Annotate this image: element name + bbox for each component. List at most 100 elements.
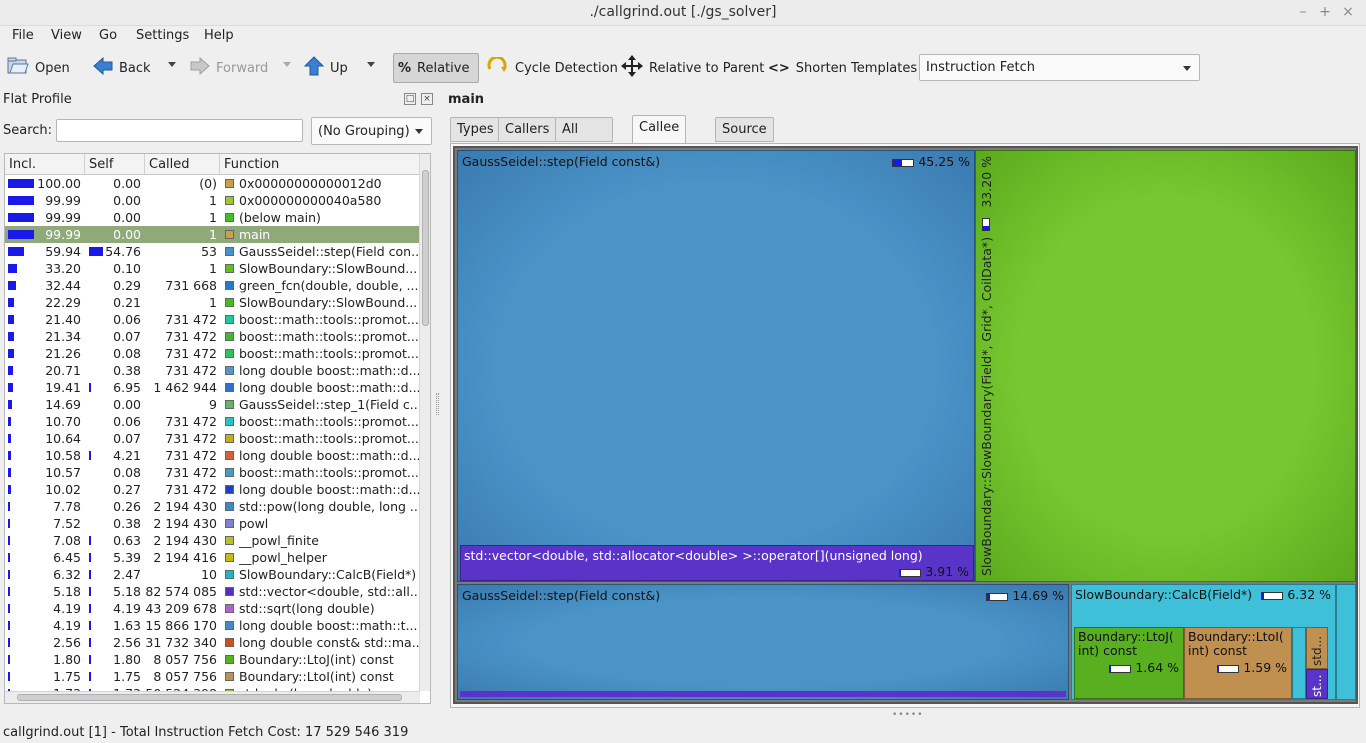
table-row[interactable]: 99.99 0.00 1 main: [5, 226, 420, 243]
grouping-select[interactable]: (No Grouping): [311, 117, 432, 145]
maximize-icon[interactable]: +: [1316, 3, 1334, 21]
table-row[interactable]: 32.44 0.29 731 668 green_fcn(double, double…: [5, 277, 420, 294]
table-row[interactable]: 10.02 0.27 731 472 long double boost::math:…: [5, 481, 420, 498]
tile-label: Boundary::LtoJ( int) const: [1078, 629, 1174, 658]
table-row[interactable]: 1.75 1.75 8 057 756 Boundary::LtoI(int) con…: [5, 668, 420, 685]
relative-button[interactable]: % Relative: [393, 53, 479, 83]
function-color-swatch: [225, 587, 234, 596]
function-color-swatch: [225, 332, 234, 341]
table-row[interactable]: 2.56 2.56 31 732 340 long double const& std…: [5, 634, 420, 651]
table-row[interactable]: 10.64 0.07 731 472 boost::math::tools::prom…: [5, 430, 420, 447]
table-row[interactable]: 6.32 2.47 10 SlowBoundary::CalcB(Field*): [5, 566, 420, 583]
grouping-value: (No Grouping): [318, 123, 410, 139]
incl-bar: [8, 502, 10, 511]
close-icon[interactable]: ×: [1339, 3, 1357, 21]
table-row[interactable]: 7.08 0.63 2 194 430 __powl_finite: [5, 532, 420, 549]
vertical-scrollbar[interactable]: [419, 154, 430, 691]
back-button[interactable]: Back: [89, 53, 155, 83]
cycle-detection-button[interactable]: Cycle Detection: [483, 53, 622, 83]
table-row[interactable]: 4.19 1.63 15 866 170 long double boost::mat…: [5, 617, 420, 634]
menu-view[interactable]: View: [51, 28, 82, 43]
map-tile-calcb[interactable]: SlowBoundary::CalcB(Field*) 6.32 % Bound…: [1071, 584, 1336, 700]
open-button[interactable]: Open: [3, 53, 74, 83]
incl-value: 1.75: [53, 669, 81, 684]
back-dropdown-icon[interactable]: [168, 62, 176, 67]
tab-all-callers[interactable]: All Callers: [555, 117, 614, 160]
dock-splitter[interactable]: [436, 393, 439, 415]
function-name: 0x000000000040a580: [239, 193, 382, 208]
called-value: 8 057 756: [153, 652, 217, 667]
table-row[interactable]: 100.00 0.00 (0) 0x00000000000012d0: [5, 175, 420, 192]
table-row[interactable]: 5.18 5.18 82 574 085 std::vector<double, st…: [5, 583, 420, 600]
self-value: 54.76: [105, 244, 141, 259]
incl-bar: [8, 230, 34, 239]
map-tile-vector-operator[interactable]: std::vector<double, std::allocator<doubl…: [460, 545, 974, 581]
map-tile-std-2[interactable]: st...: [1306, 669, 1328, 699]
table-row[interactable]: 22.29 0.21 1 SlowBoundary::SlowBound...: [5, 294, 420, 311]
col-called[interactable]: Called: [145, 154, 220, 175]
horizontal-scrollbar[interactable]: [5, 691, 420, 703]
map-tile-ltoi[interactable]: Boundary::LtoI( int) const 1.59 %: [1184, 627, 1292, 699]
table-row[interactable]: 1.80 1.80 8 057 756 Boundary::LtoJ(int) con…: [5, 651, 420, 668]
table-row[interactable]: 59.94 54.76 53 GaussSeidel::step(Field con.…: [5, 243, 420, 260]
forward-dropdown-icon[interactable]: [283, 62, 291, 67]
table-row[interactable]: 19.41 6.95 1 462 944 long double boost::mat…: [5, 379, 420, 396]
map-tile-slowboundary[interactable]: 33.20 % SlowBoundary::SlowBoundary(Field…: [975, 150, 1356, 582]
up-button[interactable]: Up: [300, 53, 352, 83]
bottom-splitter[interactable]: •••••: [892, 710, 924, 720]
tab-source-code[interactable]: Source Code: [715, 117, 774, 160]
table-row[interactable]: 14.69 0.00 9 GaussSeidel::step_1(Field c...: [5, 396, 420, 413]
table-row[interactable]: 99.99 0.00 1 0x000000000040a580: [5, 192, 420, 209]
function-color-swatch: [225, 553, 234, 562]
table-row[interactable]: 7.78 0.26 2 194 430 std::pow(long double, l…: [5, 498, 420, 515]
map-tile-gaussseidel-step-2[interactable]: GaussSeidel::step(Field const&) 14.69 %: [457, 584, 1069, 700]
map-tile-small-cyan[interactable]: [1292, 627, 1306, 699]
incl-bar: [8, 349, 14, 358]
self-value: 0.21: [113, 295, 141, 310]
table-row[interactable]: 21.34 0.07 731 472 boost::math::tools::prom…: [5, 328, 420, 345]
percent-bar: [986, 592, 1009, 601]
float-dock-icon[interactable]: □: [404, 93, 416, 105]
map-tile-std-1[interactable]: std...: [1306, 627, 1328, 669]
table-row[interactable]: 6.45 5.39 2 194 416 __powl_helper: [5, 549, 420, 566]
map-tile-gaussseidel-step[interactable]: GaussSeidel::step(Field const&) 45.25 % …: [457, 150, 975, 582]
table-row[interactable]: 7.52 0.38 2 194 430 powl: [5, 515, 420, 532]
table-row[interactable]: 21.40 0.06 731 472 boost::math::tools::prom…: [5, 311, 420, 328]
event-type-select[interactable]: Instruction Fetch: [919, 54, 1200, 81]
menu-go[interactable]: Go: [99, 28, 117, 43]
table-row[interactable]: 10.58 4.21 731 472 long double boost::math:…: [5, 447, 420, 464]
col-function[interactable]: Function: [220, 154, 420, 175]
function-name: long double boost::math::d...: [239, 482, 419, 497]
relative-to-parent-button[interactable]: Relative to Parent: [617, 53, 768, 83]
minimize-icon[interactable]: –: [1294, 3, 1312, 21]
table-row[interactable]: 10.57 0.08 731 472 boost::math::tools::prom…: [5, 464, 420, 481]
tab-callers[interactable]: Callers: [498, 117, 557, 142]
map-tile-ltoj[interactable]: Boundary::LtoJ( int) const 1.64 %: [1074, 627, 1184, 699]
incl-value: 5.18: [53, 584, 81, 599]
forward-button[interactable]: Forward: [186, 53, 272, 83]
tab-types[interactable]: Types: [450, 117, 501, 142]
menu-settings[interactable]: Settings: [136, 28, 189, 43]
called-value: 731 472: [165, 312, 217, 327]
col-incl[interactable]: Incl.: [5, 154, 85, 175]
incl-bar: [8, 264, 17, 273]
tab-callee-map[interactable]: Callee Map: [632, 115, 687, 158]
incl-bar: [8, 451, 11, 460]
table-row[interactable]: 20.71 0.38 731 472 long double boost::math:…: [5, 362, 420, 379]
shorten-templates-button[interactable]: <> Shorten Templates: [764, 53, 921, 83]
table-row[interactable]: 10.70 0.06 731 472 boost::math::tools::prom…: [5, 413, 420, 430]
menu-file[interactable]: File: [12, 28, 34, 43]
table-row[interactable]: 21.26 0.08 731 472 boost::math::tools::prom…: [5, 345, 420, 362]
map-tile-edge[interactable]: [1336, 584, 1356, 700]
up-arrow-icon: [303, 56, 325, 80]
up-dropdown-icon[interactable]: [367, 62, 375, 67]
table-row[interactable]: 33.20 0.10 1 SlowBoundary::SlowBound...: [5, 260, 420, 277]
map-tile-vector-operator-small[interactable]: [460, 691, 1066, 697]
search-input[interactable]: [56, 119, 303, 142]
flat-profile-table: Incl. Self Called Function 100.00 0.00 (0)…: [4, 153, 431, 704]
menu-help[interactable]: Help: [204, 28, 234, 43]
close-dock-icon[interactable]: ×: [421, 93, 433, 105]
table-row[interactable]: 99.99 0.00 1 (below main): [5, 209, 420, 226]
table-row[interactable]: 4.19 4.19 43 209 678 std::sqrt(long double): [5, 600, 420, 617]
col-self[interactable]: Self: [85, 154, 145, 175]
